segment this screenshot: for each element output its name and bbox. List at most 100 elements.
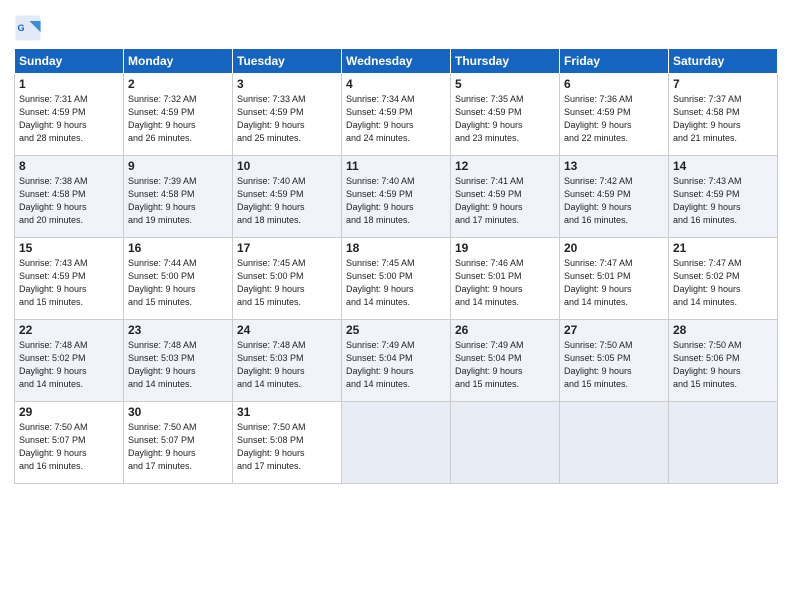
day-info: Sunrise: 7:45 AM Sunset: 5:00 PM Dayligh… <box>237 257 337 309</box>
calendar-cell: 20 Sunrise: 7:47 AM Sunset: 5:01 PM Dayli… <box>560 238 669 320</box>
day-number: 25 <box>346 323 446 337</box>
day-info: Sunrise: 7:46 AM Sunset: 5:01 PM Dayligh… <box>455 257 555 309</box>
day-info: Sunrise: 7:50 AM Sunset: 5:06 PM Dayligh… <box>673 339 773 391</box>
calendar-cell: 31 Sunrise: 7:50 AM Sunset: 5:08 PM Dayli… <box>233 402 342 484</box>
day-number: 2 <box>128 77 228 91</box>
calendar-cell: 6Sunrise: 7:36 AM Sunset: 4:59 PM Daylig… <box>560 74 669 156</box>
day-header-saturday: Saturday <box>669 49 778 74</box>
day-info: Sunrise: 7:43 AM Sunset: 4:59 PM Dayligh… <box>19 257 119 309</box>
calendar-cell: 24 Sunrise: 7:48 AM Sunset: 5:03 PM Dayli… <box>233 320 342 402</box>
calendar-cell: 4 Sunrise: 7:34 AM Sunset: 4:59 PM Daylig… <box>342 74 451 156</box>
calendar-cell: 28 Sunrise: 7:50 AM Sunset: 5:06 PM Dayli… <box>669 320 778 402</box>
day-info: Sunrise: 7:33 AM Sunset: 4:59 PM Dayligh… <box>237 93 337 145</box>
calendar-cell: 25 Sunrise: 7:49 AM Sunset: 5:04 PM Dayli… <box>342 320 451 402</box>
day-number: 21 <box>673 241 773 255</box>
day-header-tuesday: Tuesday <box>233 49 342 74</box>
day-number: 5 <box>455 77 555 91</box>
calendar-cell: 17 Sunrise: 7:45 AM Sunset: 5:00 PM Dayli… <box>233 238 342 320</box>
day-info: Sunrise: 7:49 AM Sunset: 5:04 PM Dayligh… <box>455 339 555 391</box>
day-number: 13 <box>564 159 664 173</box>
day-info: Sunrise: 7:45 AM Sunset: 5:00 PM Dayligh… <box>346 257 446 309</box>
day-number: 23 <box>128 323 228 337</box>
calendar-cell: 14 Sunrise: 7:43 AM Sunset: 4:59 PM Dayli… <box>669 156 778 238</box>
calendar-cell: 18 Sunrise: 7:45 AM Sunset: 5:00 PM Dayli… <box>342 238 451 320</box>
calendar-cell: 9 Sunrise: 7:39 AM Sunset: 4:58 PM Daylig… <box>124 156 233 238</box>
calendar-cell: 3Sunrise: 7:33 AM Sunset: 4:59 PM Daylig… <box>233 74 342 156</box>
day-info: Sunrise: 7:38 AM Sunset: 4:58 PM Dayligh… <box>19 175 119 227</box>
calendar-cell: 7 Sunrise: 7:37 AM Sunset: 4:58 PM Daylig… <box>669 74 778 156</box>
day-number: 9 <box>128 159 228 173</box>
day-number: 24 <box>237 323 337 337</box>
day-number: 20 <box>564 241 664 255</box>
day-info: Sunrise: 7:43 AM Sunset: 4:59 PM Dayligh… <box>673 175 773 227</box>
calendar-cell <box>451 402 560 484</box>
week-row-5: 29 Sunrise: 7:50 AM Sunset: 5:07 PM Dayli… <box>15 402 778 484</box>
day-info: Sunrise: 7:35 AM Sunset: 4:59 PM Dayligh… <box>455 93 555 145</box>
week-row-3: 15 Sunrise: 7:43 AM Sunset: 4:59 PM Dayli… <box>15 238 778 320</box>
day-info: Sunrise: 7:36 AM Sunset: 4:59 PM Dayligh… <box>564 93 664 145</box>
day-number: 28 <box>673 323 773 337</box>
week-row-4: 22 Sunrise: 7:48 AM Sunset: 5:02 PM Dayli… <box>15 320 778 402</box>
day-number: 22 <box>19 323 119 337</box>
day-info: Sunrise: 7:40 AM Sunset: 4:59 PM Dayligh… <box>237 175 337 227</box>
day-number: 26 <box>455 323 555 337</box>
calendar-cell <box>669 402 778 484</box>
calendar-cell: 11 Sunrise: 7:40 AM Sunset: 4:59 PM Dayli… <box>342 156 451 238</box>
day-number: 31 <box>237 405 337 419</box>
calendar-cell: 12Sunrise: 7:41 AM Sunset: 4:59 PM Dayli… <box>451 156 560 238</box>
day-number: 11 <box>346 159 446 173</box>
day-number: 19 <box>455 241 555 255</box>
day-number: 14 <box>673 159 773 173</box>
day-info: Sunrise: 7:50 AM Sunset: 5:08 PM Dayligh… <box>237 421 337 473</box>
day-number: 1 <box>19 77 119 91</box>
logo: G <box>14 14 44 42</box>
day-info: Sunrise: 7:48 AM Sunset: 5:03 PM Dayligh… <box>128 339 228 391</box>
day-info: Sunrise: 7:48 AM Sunset: 5:03 PM Dayligh… <box>237 339 337 391</box>
day-info: Sunrise: 7:40 AM Sunset: 4:59 PM Dayligh… <box>346 175 446 227</box>
calendar-table: SundayMondayTuesdayWednesdayThursdayFrid… <box>14 48 778 484</box>
day-number: 15 <box>19 241 119 255</box>
calendar-cell: 19 Sunrise: 7:46 AM Sunset: 5:01 PM Dayli… <box>451 238 560 320</box>
calendar-cell: 1 Sunrise: 7:31 AM Sunset: 4:59 PM Daylig… <box>15 74 124 156</box>
day-number: 7 <box>673 77 773 91</box>
day-number: 30 <box>128 405 228 419</box>
day-header-row: SundayMondayTuesdayWednesdayThursdayFrid… <box>15 49 778 74</box>
day-number: 12 <box>455 159 555 173</box>
day-info: Sunrise: 7:42 AM Sunset: 4:59 PM Dayligh… <box>564 175 664 227</box>
day-number: 8 <box>19 159 119 173</box>
calendar-cell <box>560 402 669 484</box>
calendar-cell: 27Sunrise: 7:50 AM Sunset: 5:05 PM Dayli… <box>560 320 669 402</box>
day-info: Sunrise: 7:44 AM Sunset: 5:00 PM Dayligh… <box>128 257 228 309</box>
logo-icon: G <box>14 14 42 42</box>
calendar-cell: 29Sunrise: 7:50 AM Sunset: 5:07 PM Dayli… <box>15 402 124 484</box>
day-info: Sunrise: 7:39 AM Sunset: 4:58 PM Dayligh… <box>128 175 228 227</box>
day-number: 29 <box>19 405 119 419</box>
calendar-cell: 21 Sunrise: 7:47 AM Sunset: 5:02 PM Dayli… <box>669 238 778 320</box>
page-container: G SundayMondayTuesdayWednesdayThursdayFr… <box>0 0 792 494</box>
day-info: Sunrise: 7:49 AM Sunset: 5:04 PM Dayligh… <box>346 339 446 391</box>
day-number: 17 <box>237 241 337 255</box>
day-info: Sunrise: 7:48 AM Sunset: 5:02 PM Dayligh… <box>19 339 119 391</box>
day-info: Sunrise: 7:50 AM Sunset: 5:05 PM Dayligh… <box>564 339 664 391</box>
day-info: Sunrise: 7:50 AM Sunset: 5:07 PM Dayligh… <box>128 421 228 473</box>
day-info: Sunrise: 7:37 AM Sunset: 4:58 PM Dayligh… <box>673 93 773 145</box>
day-number: 4 <box>346 77 446 91</box>
day-header-friday: Friday <box>560 49 669 74</box>
day-info: Sunrise: 7:32 AM Sunset: 4:59 PM Dayligh… <box>128 93 228 145</box>
day-info: Sunrise: 7:31 AM Sunset: 4:59 PM Dayligh… <box>19 93 119 145</box>
svg-text:G: G <box>18 23 25 33</box>
calendar-cell: 2 Sunrise: 7:32 AM Sunset: 4:59 PM Daylig… <box>124 74 233 156</box>
day-info: Sunrise: 7:34 AM Sunset: 4:59 PM Dayligh… <box>346 93 446 145</box>
day-info: Sunrise: 7:47 AM Sunset: 5:02 PM Dayligh… <box>673 257 773 309</box>
calendar-cell: 22 Sunrise: 7:48 AM Sunset: 5:02 PM Dayli… <box>15 320 124 402</box>
day-number: 16 <box>128 241 228 255</box>
header: G <box>14 10 778 42</box>
day-header-sunday: Sunday <box>15 49 124 74</box>
day-info: Sunrise: 7:47 AM Sunset: 5:01 PM Dayligh… <box>564 257 664 309</box>
day-header-wednesday: Wednesday <box>342 49 451 74</box>
calendar-cell: 15 Sunrise: 7:43 AM Sunset: 4:59 PM Dayli… <box>15 238 124 320</box>
calendar-cell: 16 Sunrise: 7:44 AM Sunset: 5:00 PM Dayli… <box>124 238 233 320</box>
day-number: 18 <box>346 241 446 255</box>
day-header-thursday: Thursday <box>451 49 560 74</box>
calendar-cell: 13 Sunrise: 7:42 AM Sunset: 4:59 PM Dayli… <box>560 156 669 238</box>
